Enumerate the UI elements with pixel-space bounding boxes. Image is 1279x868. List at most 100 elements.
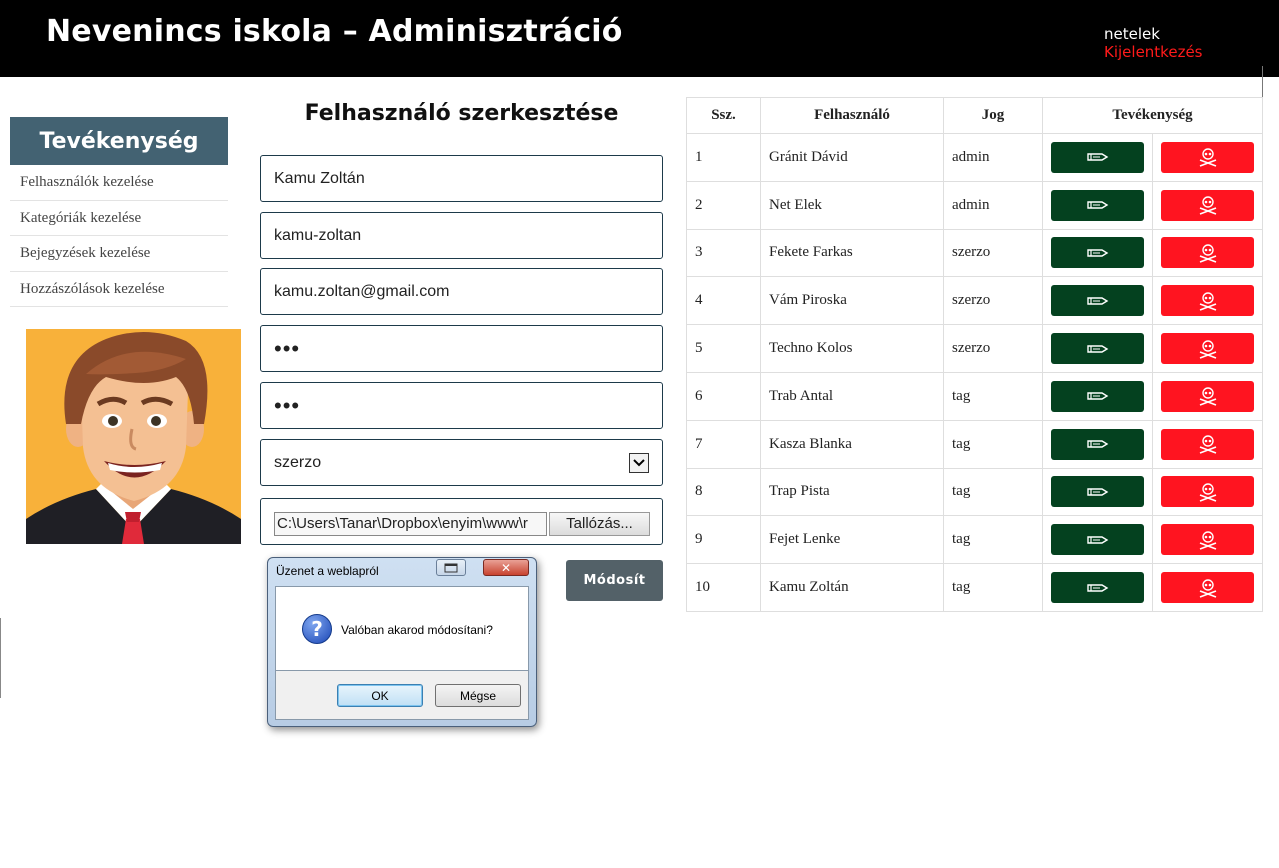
chevron-down-icon[interactable] xyxy=(629,453,649,473)
delete-button[interactable] xyxy=(1161,285,1254,317)
row-number: 2 xyxy=(686,180,761,230)
row-role: tag xyxy=(943,467,1043,517)
row-user-name: Trab Antal xyxy=(760,371,944,421)
delete-button[interactable] xyxy=(1161,380,1254,412)
edit-button[interactable] xyxy=(1051,476,1144,508)
skull-crossbones-icon xyxy=(1197,529,1219,551)
close-icon[interactable]: ✕ xyxy=(483,559,529,576)
delete-button[interactable] xyxy=(1161,237,1254,269)
row-user-name: Fekete Farkas xyxy=(760,228,944,278)
dialog-message: Valóban akarod módosítani? xyxy=(341,623,493,637)
row-number: 6 xyxy=(686,371,761,421)
edit-button[interactable] xyxy=(1051,141,1144,173)
row-user-name: Kamu Zoltán xyxy=(760,563,944,612)
top-header: Nevenincs iskola – Adminisztráció netele… xyxy=(0,0,1279,77)
delete-button[interactable] xyxy=(1161,572,1254,604)
password-field[interactable]: ••• xyxy=(260,325,663,372)
cancel-button[interactable]: Mégse xyxy=(435,684,521,707)
dialog-title: Üzenet a weblapról xyxy=(276,564,379,578)
delete-cell xyxy=(1152,419,1263,469)
edit-button[interactable] xyxy=(1051,380,1144,412)
row-user-name: Kasza Blanka xyxy=(760,419,944,469)
edit-cell xyxy=(1042,419,1153,469)
edit-button[interactable] xyxy=(1051,285,1144,317)
edit-cell xyxy=(1042,467,1153,517)
row-role: admin xyxy=(943,180,1043,230)
pencil-icon xyxy=(1086,581,1110,595)
delete-button[interactable] xyxy=(1161,333,1254,365)
edit-cell xyxy=(1042,180,1153,230)
edit-button[interactable] xyxy=(1051,237,1144,269)
row-number: 5 xyxy=(686,324,761,373)
edit-button[interactable] xyxy=(1051,189,1144,221)
table-row: 2 Net Elek admin xyxy=(686,180,1263,230)
row-number: 1 xyxy=(686,133,761,182)
row-role: tag xyxy=(943,419,1043,469)
edit-cell xyxy=(1042,276,1153,326)
password-confirm-field[interactable]: ••• xyxy=(260,382,663,429)
role-select[interactable]: szerzo xyxy=(260,439,663,486)
site-title: Nevenincs iskola – Adminisztráció xyxy=(46,14,623,49)
row-user-name: Fejet Lenke xyxy=(760,515,944,565)
delete-button[interactable] xyxy=(1161,189,1254,221)
edit-cell xyxy=(1042,515,1153,565)
skull-crossbones-icon xyxy=(1197,577,1219,599)
username-label: netelek xyxy=(1104,25,1160,43)
divider-line xyxy=(0,618,1,698)
delete-button[interactable] xyxy=(1161,524,1254,556)
row-user-name: Vám Piroska xyxy=(760,276,944,326)
window-restore-icon[interactable] xyxy=(436,559,466,576)
edit-button[interactable] xyxy=(1051,572,1144,604)
logout-link[interactable]: Kijelentkezés xyxy=(1104,43,1202,61)
form-title: Felhasználó szerkesztése xyxy=(304,101,619,126)
pencil-icon xyxy=(1086,342,1110,356)
delete-cell xyxy=(1152,276,1263,326)
delete-button[interactable] xyxy=(1161,428,1254,460)
pencil-icon xyxy=(1086,294,1110,308)
row-role: tag xyxy=(943,515,1043,565)
sidebar-item-categories[interactable]: Kategóriák kezelése xyxy=(10,201,228,236)
browse-button[interactable]: Tallózás... xyxy=(549,512,650,536)
username-field[interactable]: kamu-zoltan xyxy=(260,212,663,259)
edit-cell xyxy=(1042,133,1153,182)
edit-button[interactable] xyxy=(1051,428,1144,460)
delete-cell xyxy=(1152,467,1263,517)
row-number: 10 xyxy=(686,563,761,612)
column-header-role: Jog xyxy=(943,97,1043,134)
row-number: 7 xyxy=(686,419,761,469)
table-row: 9 Fejet Lenke tag xyxy=(686,515,1263,565)
row-role: szerzo xyxy=(943,228,1043,278)
row-number: 4 xyxy=(686,276,761,326)
row-role: szerzo xyxy=(943,324,1043,373)
email-field[interactable]: kamu.zoltan@gmail.com xyxy=(260,268,663,315)
column-header-number: Ssz. xyxy=(686,97,761,134)
row-role: admin xyxy=(943,133,1043,182)
file-path-input[interactable]: C:\Users\Tanar\Dropbox\enyim\www\r xyxy=(274,512,547,536)
question-icon: ? xyxy=(302,614,332,644)
pencil-icon xyxy=(1086,150,1110,164)
delete-button[interactable] xyxy=(1161,141,1254,173)
skull-crossbones-icon xyxy=(1197,242,1219,264)
table-row: 5 Techno Kolos szerzo xyxy=(686,324,1263,373)
sidebar-item-comments[interactable]: Hozzászólások kezelése xyxy=(10,272,228,307)
fullname-field[interactable]: Kamu Zoltán xyxy=(260,155,663,202)
column-header-user: Felhasználó xyxy=(760,97,944,134)
row-role: szerzo xyxy=(943,276,1043,326)
column-header-actions: Tevékenység xyxy=(1042,97,1263,134)
sidebar-item-posts[interactable]: Bejegyzések kezelése xyxy=(10,236,228,272)
file-upload-field: C:\Users\Tanar\Dropbox\enyim\www\r Talló… xyxy=(260,498,663,545)
sidebar-item-users[interactable]: Felhasználók kezelése xyxy=(10,165,228,201)
dialog-body: ? Valóban akarod módosítani? xyxy=(275,586,529,671)
delete-cell xyxy=(1152,371,1263,421)
edit-cell xyxy=(1042,324,1153,373)
submit-button[interactable]: Módosít xyxy=(566,560,663,601)
ok-button[interactable]: OK xyxy=(337,684,423,707)
row-user-name: Trap Pista xyxy=(760,467,944,517)
edit-button[interactable] xyxy=(1051,333,1144,365)
delete-cell xyxy=(1152,133,1263,182)
delete-cell xyxy=(1152,515,1263,565)
skull-crossbones-icon xyxy=(1197,146,1219,168)
edit-button[interactable] xyxy=(1051,524,1144,556)
user-box: netelek Kijelentkezés xyxy=(1104,25,1202,61)
delete-button[interactable] xyxy=(1161,476,1254,508)
